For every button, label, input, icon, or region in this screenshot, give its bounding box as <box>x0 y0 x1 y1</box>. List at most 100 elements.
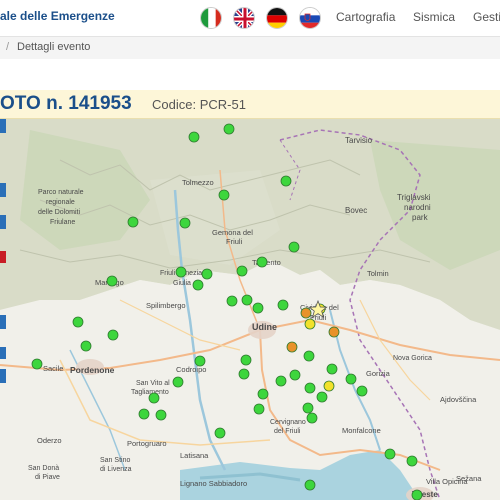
station-marker[interactable] <box>288 241 300 253</box>
map-control-2[interactable] <box>0 183 6 197</box>
event-title: OTO n. 141953 <box>0 93 132 114</box>
label-portogruaro: Portogruaro <box>127 439 167 448</box>
map-canvas[interactable]: Tarvisio Tolmezzo Parco naturale regiona… <box>0 119 500 500</box>
station-marker[interactable] <box>241 294 253 306</box>
brand-title[interactable]: ale delle Emergenze <box>0 9 115 23</box>
uk-flag-icon[interactable] <box>233 7 255 29</box>
label-parco-1: Parco naturale <box>38 189 84 196</box>
event-map[interactable]: Tarvisio Tolmezzo Parco naturale regiona… <box>0 119 500 500</box>
station-marker[interactable] <box>138 408 150 420</box>
station-marker[interactable] <box>148 392 160 404</box>
nav-sismica[interactable]: Sismica <box>413 10 455 24</box>
label-tolmezzo: Tolmezzo <box>182 178 214 187</box>
station-marker[interactable] <box>31 358 43 370</box>
station-marker[interactable] <box>356 385 368 397</box>
station-marker[interactable] <box>107 329 119 341</box>
slovenia-flag-icon[interactable] <box>299 7 321 29</box>
station-marker[interactable] <box>106 275 118 287</box>
map-control-1[interactable] <box>0 119 6 133</box>
label-lignano: Lignano Sabbiadoro <box>180 479 247 488</box>
station-marker[interactable] <box>155 409 167 421</box>
station-marker[interactable] <box>289 369 301 381</box>
label-udine: Udine <box>252 322 277 332</box>
station-marker[interactable] <box>257 388 269 400</box>
label-triglav-3: park <box>412 213 429 222</box>
label-ajdovscina: Ajdovščina <box>440 395 477 404</box>
station-marker[interactable] <box>286 341 298 353</box>
top-navbar: ale delle Emergenze Cartografia Sismica … <box>0 0 500 37</box>
station-marker[interactable] <box>256 256 268 268</box>
station-marker[interactable] <box>188 131 200 143</box>
station-marker[interactable] <box>411 489 423 500</box>
label-parco-4: Friulane <box>50 219 75 226</box>
station-marker[interactable] <box>236 265 248 277</box>
station-marker[interactable] <box>316 391 328 403</box>
station-marker[interactable] <box>384 448 396 460</box>
label-sandona-2: di Piave <box>35 474 60 481</box>
label-spilimbergo: Spilimbergo <box>146 301 186 310</box>
label-gorizia: Gorizia <box>366 369 391 378</box>
label-cervignano-1: Cervignano <box>270 419 306 426</box>
station-marker[interactable] <box>345 373 357 385</box>
station-marker[interactable] <box>275 375 287 387</box>
label-triglav-1: Triglavski <box>397 193 431 202</box>
breadcrumb-separator: / <box>6 41 10 53</box>
label-codroipo: Codroipo <box>176 365 206 374</box>
station-marker[interactable] <box>127 216 139 228</box>
station-marker[interactable] <box>253 403 265 415</box>
label-bovec: Bovec <box>345 206 367 215</box>
station-marker[interactable] <box>223 123 235 135</box>
label-parco-2: regionale <box>46 199 75 206</box>
italy-flag-icon[interactable] <box>200 7 222 29</box>
nav-cartografia[interactable]: Cartografia <box>336 10 395 24</box>
station-marker[interactable] <box>172 376 184 388</box>
station-marker[interactable] <box>280 175 292 187</box>
label-latisana: Latisana <box>180 451 209 460</box>
station-marker[interactable] <box>252 302 264 314</box>
label-sezana: Sežana <box>456 474 482 483</box>
map-control-3[interactable] <box>0 215 6 229</box>
station-marker[interactable] <box>302 402 314 414</box>
station-marker[interactable] <box>192 279 204 291</box>
station-marker[interactable] <box>194 355 206 367</box>
station-marker[interactable] <box>303 350 315 362</box>
nav-gestione[interactable]: Gesti <box>473 10 500 24</box>
label-gemona-2: Friuli <box>226 237 243 246</box>
station-marker[interactable] <box>214 427 226 439</box>
station-marker[interactable] <box>72 316 84 328</box>
breadcrumb-current: Dettagli evento <box>17 41 91 53</box>
station-marker[interactable] <box>323 380 335 392</box>
station-marker[interactable] <box>238 368 250 380</box>
label-sanvito-1: San Vito al <box>136 380 170 387</box>
station-marker[interactable] <box>240 354 252 366</box>
station-marker[interactable] <box>175 266 187 278</box>
station-marker[interactable] <box>201 268 213 280</box>
station-marker[interactable] <box>304 318 316 330</box>
station-marker[interactable] <box>218 189 230 201</box>
label-tarvisio: Tarvisio <box>345 136 373 145</box>
map-control-7[interactable] <box>0 369 6 383</box>
station-marker[interactable] <box>306 412 318 424</box>
germany-flag-icon[interactable] <box>266 7 288 29</box>
station-marker[interactable] <box>277 299 289 311</box>
label-cervignano-2: del Friuli <box>274 428 301 435</box>
label-fvg-2: Giulia <box>173 280 191 287</box>
event-title-bar: OTO n. 141953 Codice: PCR-51 <box>0 90 500 119</box>
map-control-5[interactable] <box>0 315 6 329</box>
event-code: Codice: PCR-51 <box>152 97 246 112</box>
label-monfalcone: Monfalcone <box>342 426 381 435</box>
label-tolmin: Tolmin <box>367 269 389 278</box>
station-marker[interactable] <box>80 340 92 352</box>
station-marker[interactable] <box>226 295 238 307</box>
station-marker[interactable] <box>179 217 191 229</box>
label-sanstino-1: San Stino <box>100 457 130 464</box>
station-marker[interactable] <box>406 455 418 467</box>
station-marker[interactable] <box>328 326 340 338</box>
station-marker[interactable] <box>304 479 316 491</box>
map-control-6[interactable] <box>0 347 6 359</box>
station-marker[interactable] <box>304 382 316 394</box>
station-marker[interactable] <box>300 307 312 319</box>
label-pordenone: Pordenone <box>70 365 115 375</box>
map-control-4[interactable] <box>0 251 6 263</box>
station-marker[interactable] <box>326 363 338 375</box>
